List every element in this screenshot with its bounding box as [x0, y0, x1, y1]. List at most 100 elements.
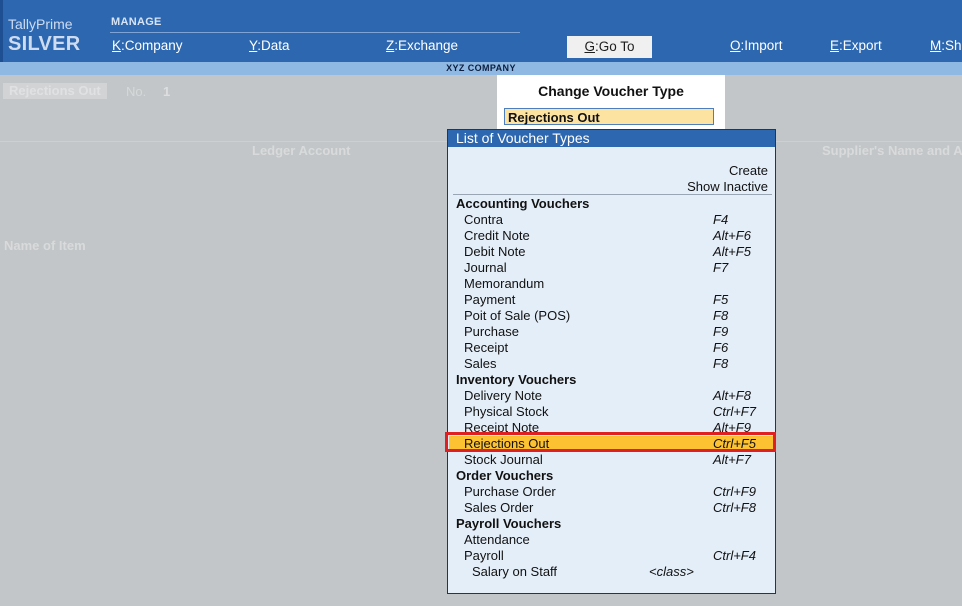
shortcut-label: <class>	[649, 564, 694, 579]
shortcut-label: F9	[713, 324, 729, 339]
menu-company[interactable]: K:Company	[112, 38, 183, 53]
shortcut-label: F7	[713, 260, 729, 275]
group-label: Order Vouchers	[456, 468, 554, 483]
shortcut-label: Ctrl+F8	[713, 500, 756, 515]
menu-data-label: Data	[261, 38, 290, 53]
voucher-item-receipt[interactable]: Receipt F6	[449, 340, 774, 356]
voucher-item-label: Salary on Staff	[472, 564, 558, 579]
voucher-item-payroll[interactable]: Payroll Ctrl+F4	[449, 548, 774, 564]
edition-label: SILVER	[8, 33, 81, 55]
voucher-item-label: Sales	[464, 356, 497, 371]
menu-import[interactable]: O:Import	[730, 38, 783, 53]
menu-company-key: K	[112, 38, 122, 53]
shortcut-label: Alt+F5	[713, 244, 751, 259]
top-bar: TallyPrime SILVER MANAGE K:Company Y:Dat…	[0, 0, 962, 62]
menu-exchange[interactable]: Z:Exchange	[386, 38, 458, 53]
voucher-item-credit-note[interactable]: Credit Note Alt+F6	[449, 228, 774, 244]
voucher-item-label: Credit Note	[464, 228, 530, 243]
voucher-item-purchase-order[interactable]: Purchase Order Ctrl+F9	[449, 484, 774, 500]
voucher-item-salary-on-staff[interactable]: Salary on Staff <class>	[449, 564, 774, 580]
voucher-item-label: Poit of Sale (POS)	[464, 308, 571, 323]
voucher-item-stock-journal[interactable]: Stock Journal Alt+F7	[449, 452, 774, 468]
voucher-item-label: Physical Stock	[464, 404, 549, 419]
voucher-item-label: Stock Journal	[464, 452, 543, 467]
voucher-types-list: List of Voucher Types Create Show Inacti…	[447, 129, 776, 594]
menu-data[interactable]: Y:Data	[249, 38, 290, 53]
voucher-item-label: Delivery Note	[464, 388, 543, 403]
shortcut-label: F5	[713, 292, 729, 307]
voucher-item-label: Contra	[464, 212, 504, 227]
voucher-item-label: Attendance	[464, 532, 530, 547]
group-order-vouchers: Order Vouchers	[449, 468, 774, 484]
shortcut-label: Ctrl+F4	[713, 548, 756, 563]
shortcut-label: F8	[713, 356, 729, 371]
menu-company-label: Company	[124, 38, 183, 53]
voucher-item-label: Receipt	[464, 340, 509, 355]
group-label: Payroll Vouchers	[456, 516, 562, 531]
voucher-number-value: 1	[163, 84, 171, 99]
voucher-item-sales-order[interactable]: Sales Order Ctrl+F8	[449, 500, 774, 516]
voucher-item-memorandum[interactable]: Memorandum	[449, 276, 774, 292]
name-of-item-header: Name of Item	[4, 238, 86, 253]
shortcut-label: Ctrl+F9	[713, 484, 756, 499]
shortcut-label: Alt+F7	[713, 452, 751, 467]
left-strip	[0, 0, 3, 62]
menu-exchange-label: Exchange	[398, 38, 459, 53]
menu-export[interactable]: E:Export	[830, 38, 882, 53]
voucher-item-debit-note[interactable]: Debit Note Alt+F5	[449, 244, 774, 260]
menu-share[interactable]: M:Sh	[930, 38, 962, 53]
voucher-item-label: Payment	[464, 292, 516, 307]
voucher-item-label: Purchase	[464, 324, 519, 339]
group-accounting-vouchers: Accounting Vouchers	[449, 196, 774, 212]
shortcut-label: F6	[713, 340, 729, 355]
voucher-item-label: Journal	[464, 260, 507, 275]
group-label: Accounting Vouchers	[456, 196, 590, 211]
menu-exchange-key: Z	[386, 38, 395, 53]
menu-share-label: Sh	[945, 38, 962, 53]
menu-goto-button[interactable]: G:Go To	[567, 36, 652, 58]
create-option[interactable]: Create	[729, 163, 768, 178]
menu-export-key: E	[830, 38, 840, 53]
show-inactive-option[interactable]: Show Inactive	[687, 179, 768, 194]
voucher-item-delivery-note[interactable]: Delivery Note Alt+F8	[449, 388, 774, 404]
voucher-item-contra[interactable]: Contra F4	[449, 212, 774, 228]
voucher-item-payment[interactable]: Payment F5	[449, 292, 774, 308]
menu-goto-label: Go To	[598, 39, 635, 54]
voucher-item-label: Sales Order	[464, 500, 534, 515]
voucher-item-label: Purchase Order	[464, 484, 556, 499]
voucher-item-attendance[interactable]: Attendance	[449, 532, 774, 548]
ledger-account-header: Ledger Account	[252, 143, 351, 158]
menu-import-label: Import	[744, 38, 783, 53]
menu-import-key: O	[730, 38, 741, 53]
menu-goto-key: G	[584, 39, 595, 54]
shortcut-label: F8	[713, 308, 729, 323]
voucher-item-poit-of-sale-pos[interactable]: Poit of Sale (POS) F8	[449, 308, 774, 324]
section-divider	[110, 32, 520, 33]
group-inventory-vouchers: Inventory Vouchers	[449, 372, 774, 388]
voucher-number-label: No.	[126, 84, 147, 99]
voucher-item-label: Memorandum	[464, 276, 545, 291]
company-name: XYZ COMPANY	[446, 63, 516, 73]
voucher-item-journal[interactable]: Journal F7	[449, 260, 774, 276]
menu-share-key: M	[930, 38, 942, 53]
voucher-item-purchase[interactable]: Purchase F9	[449, 324, 774, 340]
menu-export-label: Export	[842, 38, 882, 53]
voucher-item-sales[interactable]: Sales F8	[449, 356, 774, 372]
menu-data-key: Y	[249, 38, 258, 53]
shortcut-label: Alt+F8	[713, 388, 751, 403]
selection-highlight	[445, 432, 776, 452]
brand-name: TallyPrime	[8, 16, 73, 32]
section-label: MANAGE	[111, 16, 162, 28]
shortcut-label: Alt+F6	[713, 228, 751, 243]
voucher-type-input[interactable]: Rejections Out	[504, 108, 714, 125]
shortcut-label: F4	[713, 212, 729, 227]
change-voucher-type-panel: Change Voucher Type Rejections Out	[497, 75, 725, 131]
list-header: List of Voucher Types	[448, 130, 775, 147]
company-bar: XYZ COMPANY	[0, 62, 962, 75]
group-payroll-vouchers: Payroll Vouchers	[449, 516, 774, 532]
shortcut-label: Ctrl+F7	[713, 404, 756, 419]
voucher-item-physical-stock[interactable]: Physical Stock Ctrl+F7	[449, 404, 774, 420]
voucher-item-label: Debit Note	[464, 244, 526, 259]
voucher-item-label: Payroll	[464, 548, 504, 563]
list-divider	[453, 194, 772, 195]
